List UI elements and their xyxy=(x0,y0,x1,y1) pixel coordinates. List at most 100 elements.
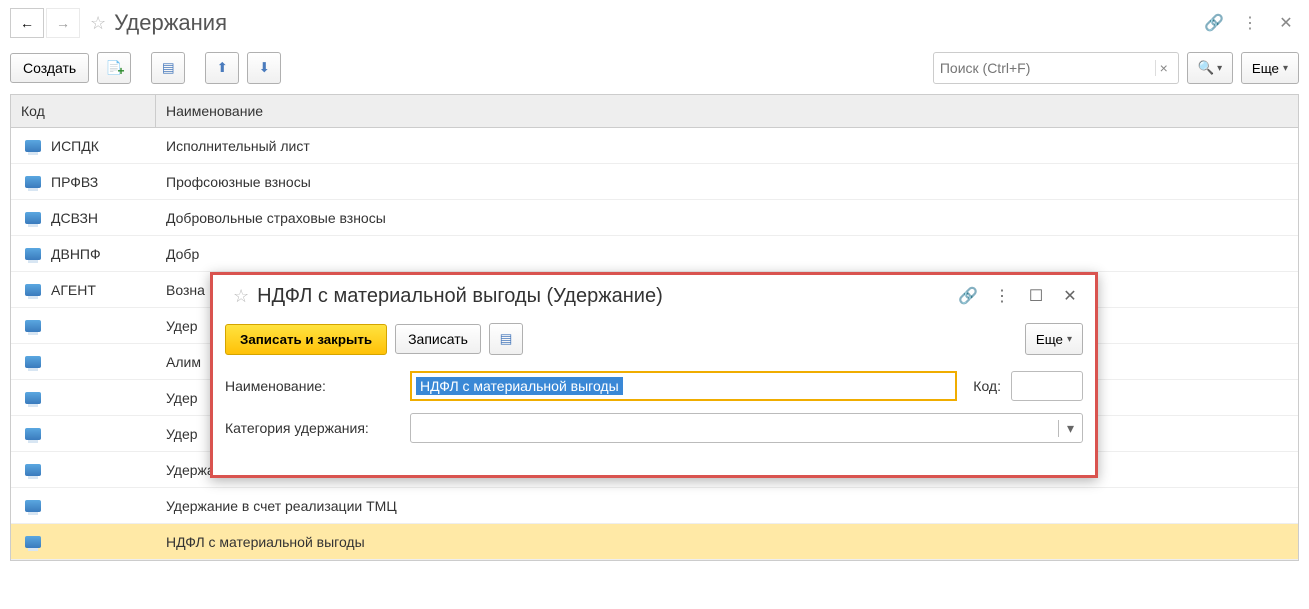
link-icon[interactable]: 🔗 xyxy=(1201,10,1227,36)
table-header: Код Наименование xyxy=(11,95,1298,128)
move-up-button[interactable]: ⬆ xyxy=(205,52,239,84)
more-button[interactable]: Еще ▾ xyxy=(1241,52,1299,84)
code-text: АГЕНТ xyxy=(51,282,96,298)
link-icon[interactable]: 🔗 xyxy=(955,283,981,309)
close-icon[interactable]: ✕ xyxy=(1057,283,1083,309)
code-input[interactable] xyxy=(1011,371,1083,401)
item-icon xyxy=(25,464,41,476)
cell-code: ДСВЗН xyxy=(11,210,156,226)
name-label: Наименование: xyxy=(225,378,400,394)
table-row[interactable]: НДФЛ с материальной выгоды xyxy=(11,524,1298,560)
cell-code: ДВНПФ xyxy=(11,246,156,262)
name-input[interactable]: НДФЛ с материальной выгоды xyxy=(410,371,957,401)
search-input[interactable] xyxy=(940,60,1155,76)
modal-header: ☆ НДФЛ с материальной выгоды (Удержание)… xyxy=(213,275,1095,317)
modal-more-button[interactable]: Еще ▾ xyxy=(1025,323,1083,355)
cell-name: Добр xyxy=(156,246,1298,262)
arrow-down-icon: ⬇ xyxy=(259,60,270,76)
form-row-name: Наименование: НДФЛ с материальной выгоды… xyxy=(225,371,1083,401)
code-text: ПРФВЗ xyxy=(51,174,98,190)
cell-name: Удержание в счет реализации ТМЦ xyxy=(156,498,1298,514)
code-text: ДВНПФ xyxy=(51,246,101,262)
table-row[interactable]: ДВНПФ Добр xyxy=(11,236,1298,272)
cell-code xyxy=(11,392,156,404)
item-icon xyxy=(25,284,41,296)
create-copy-button[interactable]: 📄+ xyxy=(97,52,131,84)
item-icon xyxy=(25,140,41,152)
item-icon xyxy=(25,392,41,404)
star-icon[interactable]: ☆ xyxy=(90,13,106,34)
cell-code xyxy=(11,500,156,512)
caret-down-icon: ▾ xyxy=(1217,63,1222,74)
item-icon xyxy=(25,536,41,548)
col-header-code[interactable]: Код xyxy=(11,95,156,127)
more-label: Еще xyxy=(1036,332,1063,347)
arrow-left-icon: ← xyxy=(20,15,34,31)
table-row[interactable]: ДСВЗН Добровольные страховые взносы xyxy=(11,200,1298,236)
list-icon: ▤ xyxy=(500,331,513,347)
item-icon xyxy=(25,356,41,368)
list-icon: ▤ xyxy=(162,60,175,76)
cell-code: ПРФВЗ xyxy=(11,174,156,190)
cell-name: НДФЛ с материальной выгоды xyxy=(156,534,1298,550)
kebab-menu-icon[interactable]: ⋮ xyxy=(1237,10,1263,36)
nav-back-button[interactable]: ← xyxy=(10,8,44,38)
cell-code xyxy=(11,464,156,476)
search-input-wrapper: × xyxy=(933,52,1179,84)
table-row[interactable]: ИСПДК Исполнительный лист xyxy=(11,128,1298,164)
more-label: Еще xyxy=(1252,61,1279,76)
caret-down-icon: ▾ xyxy=(1283,63,1288,74)
edit-modal: ☆ НДФЛ с материальной выгоды (Удержание)… xyxy=(210,272,1098,478)
cell-code xyxy=(11,320,156,332)
save-and-close-button[interactable]: Записать и закрыть xyxy=(225,324,387,355)
category-select[interactable]: ▾ xyxy=(410,413,1083,443)
item-icon xyxy=(25,320,41,332)
close-icon[interactable]: ✕ xyxy=(1273,10,1299,36)
cell-name: Исполнительный лист xyxy=(156,138,1298,154)
cell-code xyxy=(11,356,156,368)
move-down-button[interactable]: ⬇ xyxy=(247,52,281,84)
page-header: ← → ☆ Удержания 🔗 ⋮ ✕ xyxy=(0,0,1309,46)
modal-title: НДФЛ с материальной выгоды (Удержание) xyxy=(257,285,663,308)
caret-down-icon: ▾ xyxy=(1067,334,1072,345)
star-icon[interactable]: ☆ xyxy=(233,286,249,307)
modal-toolbar: Записать и закрыть Записать ▤ Еще ▾ xyxy=(213,317,1095,361)
chevron-down-icon[interactable]: ▾ xyxy=(1058,420,1082,437)
item-icon xyxy=(25,176,41,188)
cell-code xyxy=(11,536,156,548)
nav-forward-button[interactable]: → xyxy=(46,8,80,38)
name-value-selected: НДФЛ с материальной выгоды xyxy=(416,377,623,395)
cell-code: ИСПДК xyxy=(11,138,156,154)
category-label: Категория удержания: xyxy=(225,420,400,436)
code-text: ДСВЗН xyxy=(51,210,98,226)
kebab-menu-icon[interactable]: ⋮ xyxy=(989,283,1015,309)
item-icon xyxy=(25,212,41,224)
save-button[interactable]: Записать xyxy=(395,324,481,354)
code-text: ИСПДК xyxy=(51,138,99,154)
cell-code xyxy=(11,428,156,440)
create-button[interactable]: Создать xyxy=(10,53,89,83)
cell-name: Профсоюзные взносы xyxy=(156,174,1298,190)
item-icon xyxy=(25,248,41,260)
main-toolbar: Создать 📄+ ▤ ⬆ ⬇ × 🔍 ▾ Еще ▾ xyxy=(0,46,1309,90)
table-row[interactable]: ПРФВЗ Профсоюзные взносы xyxy=(11,164,1298,200)
arrow-right-icon: → xyxy=(56,15,70,31)
magnifier-icon: 🔍 xyxy=(1198,60,1215,76)
search-button[interactable]: 🔍 ▾ xyxy=(1187,52,1233,84)
list-button[interactable]: ▤ xyxy=(151,52,185,84)
modal-body: Наименование: НДФЛ с материальной выгоды… xyxy=(213,361,1095,475)
page-title: Удержания xyxy=(114,10,227,36)
search-clear-button[interactable]: × xyxy=(1155,60,1172,76)
col-header-name[interactable]: Наименование xyxy=(156,95,1298,127)
page-plus-icon: 📄+ xyxy=(106,60,123,76)
table-row[interactable]: Удержание в счет реализации ТМЦ xyxy=(11,488,1298,524)
arrow-up-icon: ⬆ xyxy=(217,60,228,76)
form-row-category: Категория удержания: ▾ xyxy=(225,413,1083,443)
maximize-icon[interactable]: ☐ xyxy=(1023,283,1049,309)
item-icon xyxy=(25,428,41,440)
list-button[interactable]: ▤ xyxy=(489,323,523,355)
cell-name: Добровольные страховые взносы xyxy=(156,210,1298,226)
cell-code: АГЕНТ xyxy=(11,282,156,298)
item-icon xyxy=(25,500,41,512)
code-label: Код: xyxy=(973,378,1001,394)
